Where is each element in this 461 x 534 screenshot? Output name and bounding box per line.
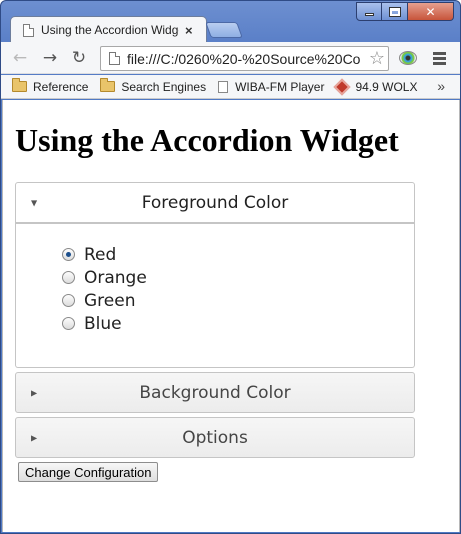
accordion-panel-foreground-color: Red Orange Green Blue (15, 223, 415, 368)
page-content: Using the Accordion Widget ▼ Foreground … (2, 100, 460, 532)
new-tab-button[interactable] (205, 22, 243, 38)
bookmark-label: Search Engines (121, 79, 207, 94)
triangle-right-icon: ▶ (31, 388, 38, 397)
accordion: ▼ Foreground Color Red Orange Green Blue… (15, 182, 415, 458)
radio-label: Orange (84, 267, 147, 288)
radio-button[interactable] (62, 294, 75, 307)
bookmark-label: 94.9 WOLX (355, 79, 418, 94)
radio-label: Green (84, 290, 136, 311)
change-configuration-button[interactable]: Change Configuration (18, 462, 159, 482)
folder-icon (100, 78, 116, 92)
page-title: Using the Accordion Widget (15, 122, 399, 158)
radio-label: Red (84, 244, 117, 265)
bookmark-wolx[interactable]: 94.9 WOLX (333, 78, 418, 95)
close-icon: ✕ (425, 4, 436, 19)
address-bar[interactable]: file:///C:/0260%20-%20Source%20Co ☆ (100, 46, 389, 71)
tab-close-icon[interactable]: × (185, 23, 193, 38)
bookmark-search-engines[interactable]: Search Engines (100, 78, 207, 94)
url-text[interactable]: file:///C:/0260%20-%20Source%20Co (127, 51, 363, 67)
page-icon (23, 23, 34, 37)
extension-eye-icon[interactable] (399, 51, 417, 65)
document-icon (218, 80, 229, 93)
accordion-header-label: Foreground Color (141, 192, 289, 213)
triangle-right-icon: ▶ (31, 433, 38, 442)
accordion-header-background-color[interactable]: ▶ Background Color (15, 372, 415, 413)
forward-button[interactable]: → (40, 48, 60, 68)
browser-toolbar: ← → ↻ file:///C:/0260%20-%20Source%20Co … (1, 42, 460, 74)
back-button[interactable]: ← (10, 48, 30, 68)
browser-window: Using the Accordion Widge × ✕ ← → ↻ file… (0, 0, 461, 534)
bookmark-wiba-fm[interactable]: WIBA-FM Player (218, 80, 324, 94)
radio-button[interactable] (62, 248, 75, 261)
menu-icon[interactable] (433, 52, 446, 67)
maximize-button[interactable] (382, 2, 408, 21)
accordion-header-label: Options (182, 427, 248, 448)
radio-option-blue[interactable]: Blue (62, 312, 414, 335)
maximize-icon (388, 6, 401, 17)
triangle-down-icon: ▼ (31, 198, 38, 207)
radio-option-green[interactable]: Green (62, 289, 414, 312)
radio-option-red[interactable]: Red (62, 243, 414, 266)
reload-button[interactable]: ↻ (69, 48, 89, 68)
radio-button[interactable] (62, 271, 75, 284)
title-bar: Using the Accordion Widge × ✕ (1, 1, 460, 43)
page-icon (109, 52, 120, 65)
minimize-icon (364, 13, 374, 16)
bookmark-reference[interactable]: Reference (12, 78, 89, 94)
radio-station-icon (333, 78, 351, 95)
bookmark-star-icon[interactable]: ☆ (369, 48, 385, 69)
accordion-header-label: Background Color (139, 382, 291, 403)
folder-icon (12, 78, 27, 92)
accordion-header-foreground-color[interactable]: ▼ Foreground Color (15, 182, 415, 223)
browser-tab[interactable]: Using the Accordion Widge × (10, 16, 207, 43)
tab-title: Using the Accordion Widge (41, 23, 179, 37)
bookmarks-more-icon[interactable]: » (437, 78, 445, 94)
close-window-button[interactable]: ✕ (408, 2, 454, 21)
radio-option-orange[interactable]: Orange (62, 266, 414, 289)
window-controls: ✕ (356, 2, 454, 21)
radio-button[interactable] (62, 317, 75, 330)
accordion-header-options[interactable]: ▶ Options (15, 417, 415, 458)
bookmarks-bar: Reference Search Engines WIBA-FM Player … (1, 75, 460, 99)
minimize-button[interactable] (356, 2, 382, 21)
bookmark-label: WIBA-FM Player (235, 79, 325, 94)
radio-label: Blue (84, 313, 122, 334)
bookmark-label: Reference (33, 79, 89, 94)
